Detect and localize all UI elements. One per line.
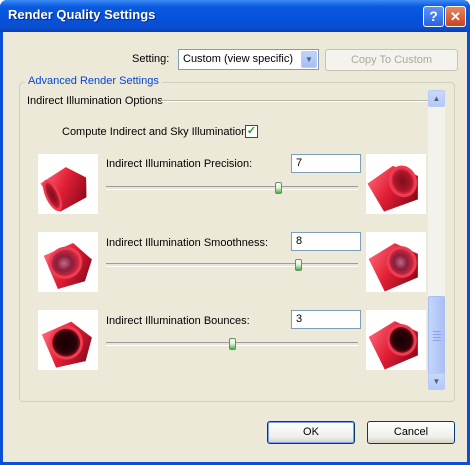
setting-dropdown[interactable]: Custom (view specific) ▼ [178,49,319,70]
precision-slider-track[interactable] [106,186,358,190]
scroll-thumb[interactable] [428,296,445,374]
title-bar[interactable]: Render Quality Settings ? ✕ [0,0,470,32]
close-icon: ✕ [450,9,461,24]
setting-value: Custom (view specific) [183,53,294,65]
checkmark-icon: ✓ [246,125,257,137]
help-button[interactable]: ? [423,6,444,27]
smoothness-label: Indirect Illumination Smoothness: [106,237,269,249]
window-title: Render Quality Settings [8,7,156,22]
precision-label: Indirect Illumination Precision: [106,158,253,170]
bounces-low-preview-image [38,310,98,370]
chevron-down-icon: ▼ [432,377,441,386]
cancel-button[interactable]: Cancel [367,421,455,444]
scroll-up-button[interactable]: ▲ [428,90,445,107]
grip-line [433,340,441,341]
chevron-down-icon[interactable]: ▼ [301,51,317,68]
render-quality-window: Render Quality Settings ? ✕ Setting: Cus… [0,0,470,465]
precision-slider-thumb[interactable] [275,182,283,194]
setting-label: Setting: [132,53,170,65]
section-title: Indirect Illumination Options [27,95,163,107]
precision-value-field[interactable]: 7 [291,154,361,173]
help-icon: ? [429,8,438,24]
group-title: Advanced Render Settings [25,75,162,87]
close-button[interactable]: ✕ [445,6,466,27]
bounces-label: Indirect Illumination Bounces: [106,315,250,327]
options-scrollbar[interactable]: ▲ ▼ [428,90,445,390]
grip-line [433,334,441,335]
section-divider [161,100,431,102]
smoothness-low-preview-image [38,232,98,292]
dialog-client-area: Setting: Custom (view specific) ▼ Copy T… [3,32,467,462]
grip-line [433,337,441,338]
bounces-slider-thumb[interactable] [228,338,236,350]
smoothness-slider-thumb[interactable] [294,259,302,271]
bounces-value-field[interactable]: 3 [291,310,361,329]
compute-illumination-checkbox[interactable]: ✓ [245,125,258,138]
bounces-high-preview-image [366,310,426,370]
scroll-down-button[interactable]: ▼ [428,373,445,390]
smoothness-high-preview-image [366,232,426,292]
smoothness-value-field[interactable]: 8 [291,232,361,251]
compute-illumination-label: Compute Indirect and Sky Illumination [62,126,248,138]
grip-line [433,331,441,332]
copy-to-custom-button[interactable]: Copy To Custom [325,49,458,71]
smoothness-slider-track[interactable] [106,263,358,267]
precision-low-preview-image [38,154,98,214]
precision-high-preview-image [366,154,426,214]
ok-button[interactable]: OK [267,421,355,444]
chevron-up-icon: ▲ [432,94,441,103]
